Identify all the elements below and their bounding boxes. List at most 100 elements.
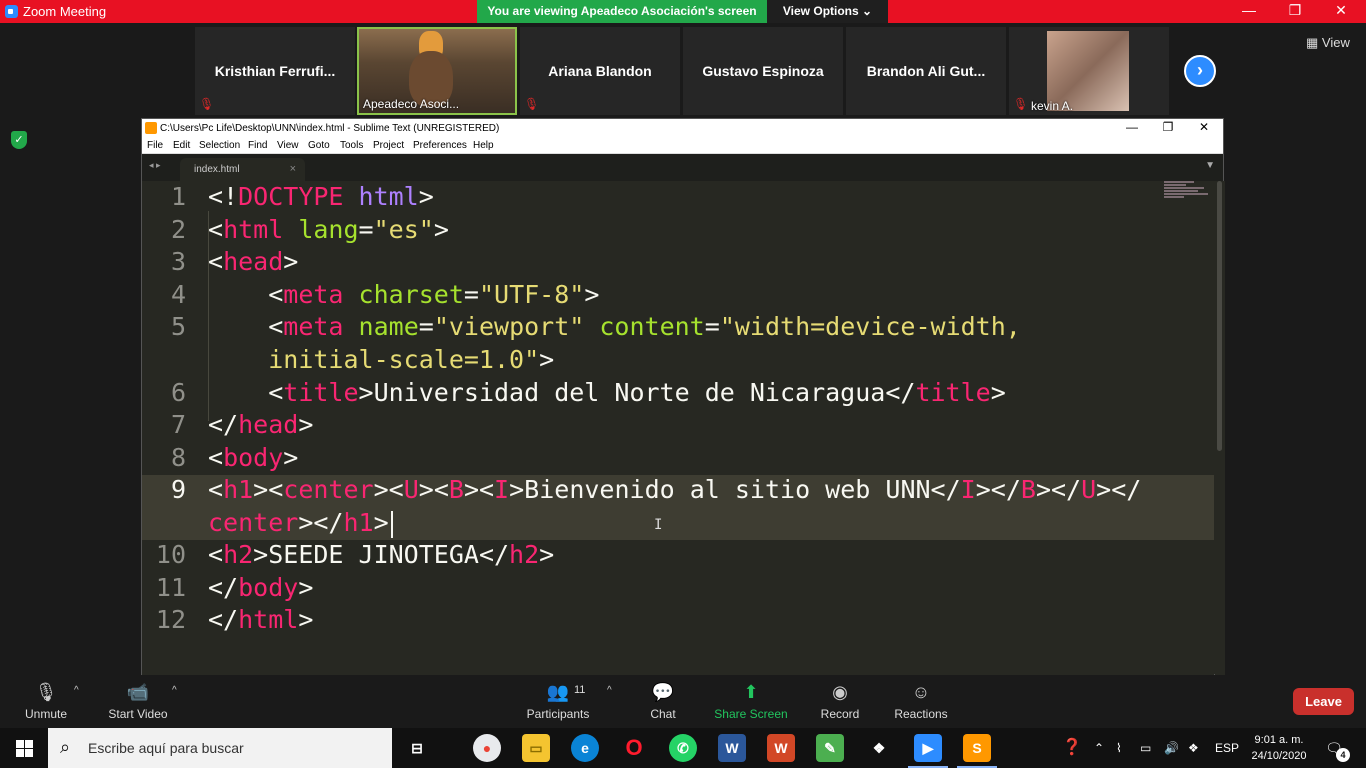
line-number: 12	[155, 605, 186, 634]
code-token: body	[223, 443, 284, 472]
whatsapp-icon[interactable]: ✆	[669, 734, 697, 762]
participants-count: 11	[574, 684, 586, 696]
windows-start-icon[interactable]	[0, 728, 48, 768]
sublime-close-button[interactable]: ✕	[1186, 120, 1222, 137]
start-video-button[interactable]: 📹 Start Video	[104, 675, 172, 728]
code-token: head	[223, 247, 284, 276]
menu-find[interactable]: Find	[248, 140, 267, 151]
scrollbar-thumb[interactable]	[1217, 181, 1222, 451]
menu-file[interactable]: File	[147, 140, 163, 151]
battery-icon[interactable]: ▭	[1140, 728, 1151, 768]
sublime-tabbar: ◂ ▸ index.html × ▼	[142, 154, 1223, 181]
tab-index-html[interactable]: index.html ×	[180, 158, 305, 181]
menu-selection[interactable]: Selection	[199, 140, 240, 151]
grid-icon: ▦	[1306, 35, 1319, 50]
chrome-icon[interactable]: ●	[473, 734, 501, 762]
code-token: ><	[463, 475, 495, 504]
minimize-button[interactable]: —	[1226, 0, 1272, 23]
code-token: </	[208, 605, 239, 634]
taskbar-search[interactable]: ⌕ Escribe aquí para buscar	[48, 728, 392, 768]
code-token: <	[208, 378, 284, 407]
tab-dropdown-icon[interactable]: ▼	[1205, 160, 1215, 171]
screen: Zoom Meeting You are viewing Apeadeco As…	[0, 0, 1366, 768]
sublime-taskbar-icon[interactable]: S	[963, 734, 991, 762]
wifi-icon[interactable]: ⌇	[1116, 728, 1122, 768]
video-options-caret[interactable]: ^	[172, 685, 177, 696]
view-options-button[interactable]: View Options ⌄	[767, 0, 888, 23]
participant-tile[interactable]: Brandon Ali Gut...	[846, 27, 1006, 115]
dropbox-icon[interactable]: ❖	[865, 734, 893, 762]
notification-center-button[interactable]: 🗨 4	[1322, 736, 1350, 762]
code-token: title	[915, 378, 991, 407]
code-token: center	[283, 475, 374, 504]
menu-preferences[interactable]: Preferences	[413, 140, 467, 151]
edge-icon[interactable]: e	[571, 734, 599, 762]
participant-tile[interactable]: Kristhian Ferrufi... 🎙	[195, 27, 355, 115]
code-line-8: <body>	[208, 442, 298, 474]
menu-goto[interactable]: Goto	[308, 140, 330, 151]
language-indicator[interactable]: ESP	[1215, 728, 1239, 768]
chat-label: Chat	[650, 707, 676, 721]
code-token: >	[283, 443, 299, 472]
code-editor[interactable]: 1 2 3 4 5 6 7 8 9 10 11 12 <!DOCTYPE htm…	[142, 181, 1214, 675]
leave-meeting-button[interactable]: Leave	[1293, 688, 1354, 715]
code-line-3: <head>	[208, 246, 298, 278]
reactions-button[interactable]: ☺ Reactions	[891, 675, 951, 728]
next-participants-button[interactable]: ›	[1184, 55, 1216, 87]
close-button[interactable]: ✕	[1318, 0, 1364, 23]
record-button[interactable]: ◉ Record	[815, 675, 865, 728]
code-token: ><	[373, 475, 404, 504]
participants-label: Participants	[526, 707, 590, 721]
unmute-button[interactable]: 🎙 Unmute	[18, 675, 74, 728]
reactions-label: Reactions	[894, 707, 948, 721]
opera-icon[interactable]: O	[620, 734, 648, 762]
wps-icon[interactable]: W	[767, 734, 795, 762]
participant-tile-active-video[interactable]: Apeadeco Asoci...	[357, 27, 517, 115]
tab-scroll-arrows-icon[interactable]: ◂ ▸	[149, 160, 161, 171]
code-token: html	[223, 215, 284, 244]
participant-tile[interactable]: Ariana Blandon 🎙	[520, 27, 680, 115]
menu-project[interactable]: Project	[373, 140, 404, 151]
dropbox-tray-icon[interactable]: ❖	[1188, 728, 1199, 768]
participants-button[interactable]: 👥 Participants	[524, 675, 592, 728]
code-token: <	[208, 443, 224, 472]
tab-close-icon[interactable]: ×	[290, 163, 296, 175]
editor-scrollbar[interactable]	[1215, 181, 1225, 675]
sublime-maximize-button[interactable]: ❐	[1150, 120, 1186, 137]
task-view-icon[interactable]: ⊟	[403, 734, 431, 762]
menu-help[interactable]: Help	[473, 140, 494, 151]
participant-tile[interactable]: Gustavo Espinoza	[683, 27, 843, 115]
chevron-up-icon[interactable]: ⌃	[1094, 728, 1104, 768]
participants-options-caret[interactable]: ^	[607, 685, 612, 696]
code-token: html	[238, 605, 299, 634]
word-icon[interactable]: W	[718, 734, 746, 762]
maximize-button[interactable]: ❐	[1272, 0, 1318, 23]
viewing-screen-banner: You are viewing Apeadeco Asociación's sc…	[477, 0, 767, 23]
sublime-minimize-button[interactable]: —	[1114, 120, 1150, 137]
zoom-taskbar-icon[interactable]: ▶	[914, 734, 942, 762]
code-token: I	[960, 475, 976, 504]
code-token: >	[584, 280, 600, 309]
evernote-icon[interactable]: ✎	[816, 734, 844, 762]
clock-time: 9:01 a. m.	[1254, 734, 1304, 746]
audio-options-caret[interactable]: ^	[74, 685, 79, 696]
minimap[interactable]	[1164, 181, 1212, 203]
share-screen-button[interactable]: ⬆ Share Screen	[713, 675, 789, 728]
view-layout-button[interactable]: ▦ View	[1306, 35, 1350, 51]
chat-button[interactable]: 💬 Chat	[638, 675, 688, 728]
menu-view[interactable]: View	[277, 140, 299, 151]
code-token: >Universidad del Norte de Nicaragua</	[358, 378, 916, 407]
menu-edit[interactable]: Edit	[173, 140, 190, 151]
menu-tools[interactable]: Tools	[340, 140, 363, 151]
help-icon[interactable]: ❓	[1062, 728, 1082, 768]
file-explorer-icon[interactable]: ▭	[522, 734, 550, 762]
volume-icon[interactable]: 🔊	[1164, 728, 1179, 768]
participant-tile[interactable]: 🎙 kevin A.	[1009, 27, 1169, 115]
mic-muted-icon: 🎙	[1013, 97, 1029, 111]
security-shield-icon[interactable]: ✓	[11, 131, 27, 149]
clock[interactable]: 9:01 a. m. 24/10/2020	[1244, 732, 1314, 764]
code-token: meta	[283, 312, 344, 341]
line-number-current: 9	[170, 475, 186, 504]
clock-date: 24/10/2020	[1251, 750, 1307, 762]
sublime-menubar: File Edit Selection Find View Goto Tools…	[142, 138, 1223, 154]
